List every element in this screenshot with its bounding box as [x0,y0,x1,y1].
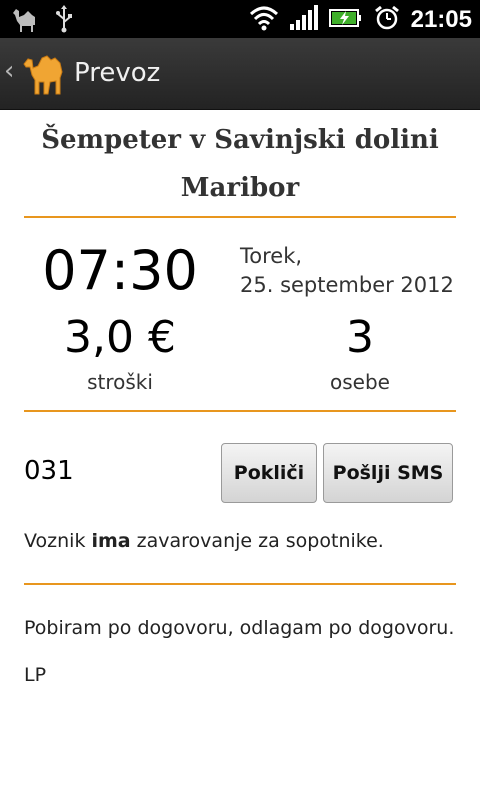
status-bar-system: 21:05 [249,4,472,36]
insurance-suffix: zavarovanje za sopotnike. [130,530,384,552]
ride-signature: LP [24,664,47,686]
insurance-emphasis: ima [91,530,131,552]
page-title: Prevoz [74,58,161,88]
departure-date: Torek, 25. september 2012 [240,242,454,300]
insurance-note: Voznik ima zavarovanje za sopotnike. [24,530,384,552]
departure-day: Torek, [240,244,303,268]
departure-date-value: 25. september 2012 [240,273,454,297]
signal-icon [289,4,319,36]
divider-bottom [24,583,456,585]
phone-number: 031 [24,456,74,486]
status-bar-notifications [10,5,74,37]
status-time: 21:05 [410,6,472,33]
action-bar: ‹ Prevoz [0,38,480,110]
persons-value: 3 [346,312,374,363]
route-header: Šempeter v Savinjski dolini Maribor [24,116,456,212]
chevron-left-icon[interactable]: ‹ [4,56,14,86]
alarm-icon [373,4,401,36]
camel-notification-icon [10,5,40,37]
call-button[interactable]: Pokliči [221,443,317,503]
divider-top [24,216,456,218]
insurance-prefix: Voznik [24,530,92,552]
send-sms-button[interactable]: Pošlji SMS [323,443,453,503]
ride-comment: Pobiram po dogovoru, odlagam po dogovoru… [24,617,455,639]
route-to: Maribor [180,173,300,203]
camel-icon[interactable] [22,50,66,96]
cost-value: 3,0 € [64,312,176,363]
divider-middle [24,410,456,412]
departure-time: 07:30 [42,239,198,302]
battery-charging-icon [328,4,363,36]
cost-label: stroški [87,370,153,394]
status-bar: 21:05 [0,0,480,38]
persons-label: osebe [330,370,390,394]
usb-icon [54,5,74,37]
wifi-icon [249,4,279,36]
route-from: Šempeter v Savinjski dolini [41,125,439,155]
